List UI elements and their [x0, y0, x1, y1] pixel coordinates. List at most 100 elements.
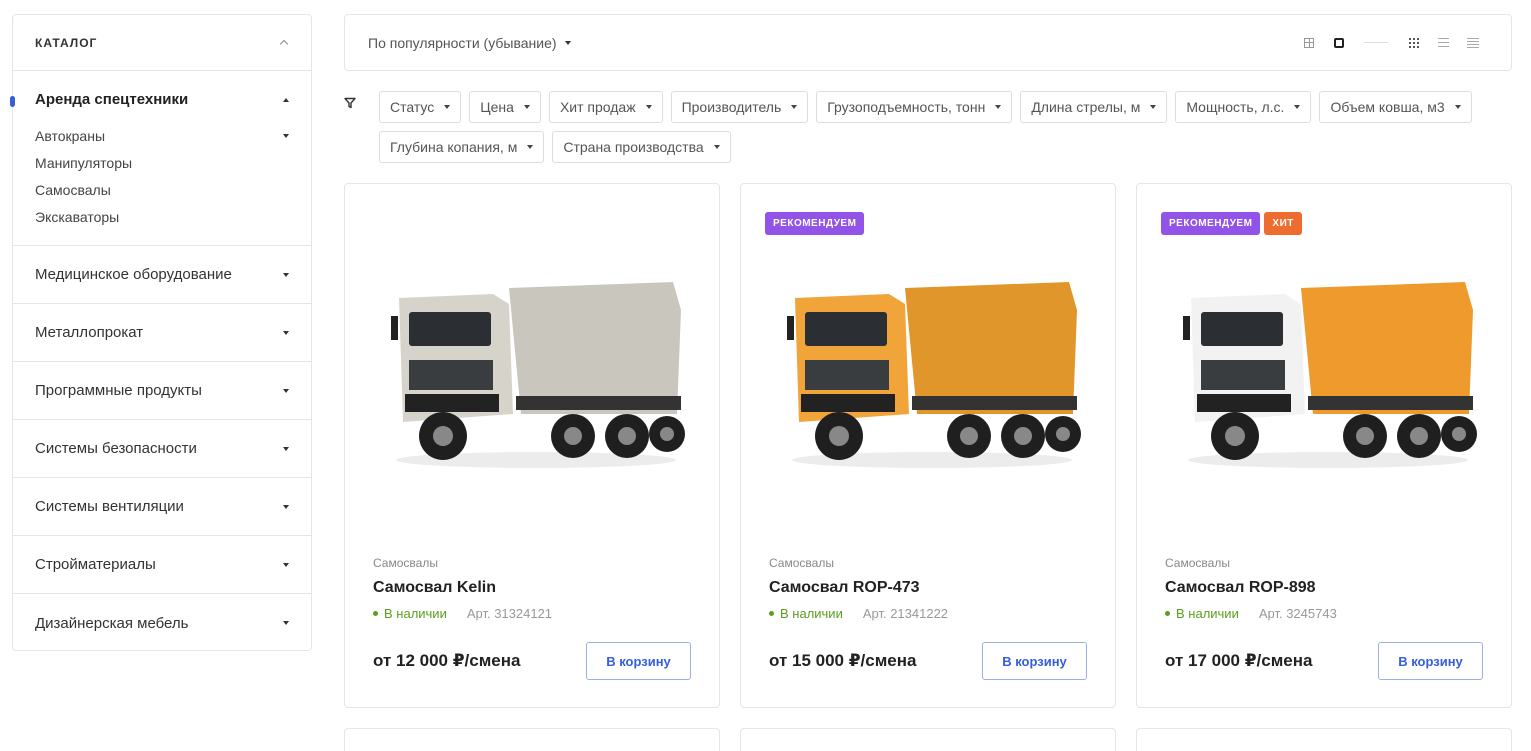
product-title[interactable]: Самосвал ROP-473	[769, 579, 920, 597]
filter-depth[interactable]: Глубина копания, м	[379, 131, 545, 163]
filter-hit[interactable]: Хит продаж	[548, 91, 663, 123]
subitem-label: Экскаваторы	[35, 208, 120, 225]
caret-up-icon	[283, 97, 289, 102]
catalog-sidebar: КАТАЛОГ Аренда спецтехники Автокраны Ман…	[10, 14, 312, 652]
caret-down-icon	[283, 621, 289, 625]
filter-label: Объем ковша, м3	[1330, 99, 1445, 115]
caret-down-icon	[283, 133, 289, 138]
product-price: от 12 000 ₽/смена	[373, 651, 521, 670]
product-category[interactable]: Самосвалы	[769, 556, 834, 570]
product-price: от 17 000 ₽/смена	[1165, 651, 1313, 670]
filter-label: Хит продаж	[559, 99, 636, 115]
product-category[interactable]: Самосвалы	[1165, 556, 1230, 570]
lines-icon	[1467, 37, 1479, 48]
view-dense-grid[interactable]	[1398, 33, 1428, 53]
caret-down-icon	[1294, 105, 1301, 109]
badge-recommended: РЕКОМЕНДУЕМ	[1161, 212, 1261, 235]
product-article: Арт. 21341222	[862, 606, 949, 621]
active-marker	[10, 96, 15, 107]
sidebar-subitem-manipulators[interactable]: Манипуляторы	[35, 149, 289, 176]
sidebar-item-medical[interactable]: Медицинское оборудование	[13, 246, 311, 304]
filter-label: Мощность, л.с.	[1186, 99, 1285, 115]
sidebar-subitems: Автокраны Манипуляторы Самосвалы Экскава…	[35, 122, 289, 230]
sidebar-item-rental[interactable]: Аренда спецтехники	[35, 91, 289, 108]
view-divider	[1364, 42, 1388, 43]
stock-dot-icon	[373, 611, 378, 616]
product-card[interactable]: Самосвалы Самосвал Kelin В наличии Арт. …	[344, 183, 720, 708]
caret-down-icon	[791, 105, 798, 109]
chevron-up-icon[interactable]	[279, 38, 289, 48]
view-table[interactable]	[1458, 33, 1488, 53]
product-card[interactable]: РЕКОМЕНДУЕМ ХИТ Самосвалы Самосвал ROP-89…	[1136, 183, 1512, 708]
sort-dropdown[interactable]: По популярности (убывание)	[368, 35, 571, 51]
product-title[interactable]: Самосвал ROP-898	[1165, 579, 1316, 597]
sidebar-item-label: Металлопрокат	[35, 324, 144, 341]
caret-down-icon	[444, 105, 451, 109]
caret-down-icon	[283, 330, 289, 335]
product-image[interactable]	[777, 264, 1083, 474]
product-image[interactable]	[1173, 264, 1479, 474]
filter-status[interactable]: Статус	[379, 91, 462, 123]
subitem-label: Самосвалы	[35, 181, 111, 198]
view-card-active[interactable]	[1324, 33, 1354, 53]
caret-down-icon	[283, 562, 289, 567]
stock-status: В наличии	[769, 606, 843, 621]
caret-down-icon	[283, 272, 289, 277]
sidebar-subitem-excavators[interactable]: Экскаваторы	[35, 203, 289, 230]
product-meta: В наличии Арт. 31324121	[373, 606, 552, 621]
list-icon	[1437, 38, 1449, 47]
subitem-label: Манипуляторы	[35, 154, 133, 171]
badge-hit: ХИТ	[1264, 212, 1302, 235]
product-card-next-row[interactable]	[344, 728, 720, 751]
sidebar-subitem-cranes[interactable]: Автокраны	[35, 122, 289, 149]
catalog-header[interactable]: КАТАЛОГ	[13, 15, 311, 71]
sidebar-item-security[interactable]: Системы безопасности	[13, 420, 311, 478]
sort-bar: По популярности (убывание)	[344, 14, 1512, 71]
sidebar-item-ventilation[interactable]: Системы вентиляции	[13, 478, 311, 536]
filter-icon[interactable]	[344, 97, 356, 109]
sidebar-subitem-dumptrucks[interactable]: Самосвалы	[35, 176, 289, 203]
product-category[interactable]: Самосвалы	[373, 556, 438, 570]
product-price: от 15 000 ₽/смена	[769, 651, 917, 670]
add-to-cart-button[interactable]: В корзину	[586, 642, 691, 680]
add-to-cart-button[interactable]: В корзину	[1378, 642, 1483, 680]
stock-label: В наличии	[384, 606, 447, 621]
add-to-cart-button[interactable]: В корзину	[982, 642, 1087, 680]
product-image[interactable]	[381, 264, 687, 474]
view-list[interactable]	[1428, 33, 1458, 53]
stock-status: В наличии	[373, 606, 447, 621]
filter-price[interactable]: Цена	[469, 91, 541, 123]
stock-label: В наличии	[780, 606, 843, 621]
product-title[interactable]: Самосвал Kelin	[373, 579, 496, 597]
sort-label: По популярности (убывание)	[368, 34, 557, 51]
sidebar-item-metal[interactable]: Металлопрокат	[13, 304, 311, 362]
product-meta: В наличии Арт. 3245743	[1165, 606, 1337, 621]
filter-manufacturer[interactable]: Производитель	[670, 91, 809, 123]
filter-bucket[interactable]: Объем ковша, м3	[1319, 91, 1472, 123]
filter-country[interactable]: Страна производства	[552, 131, 731, 163]
sidebar-item-label: Программные продукты	[35, 382, 202, 399]
product-meta: В наличии Арт. 21341222	[769, 606, 948, 621]
sidebar-item-building[interactable]: Стройматериалы	[13, 536, 311, 594]
square-icon	[1334, 37, 1344, 48]
product-article: Арт. 3245743	[1258, 606, 1337, 621]
filter-label: Страна производства	[563, 139, 704, 155]
badge-recommended: РЕКОМЕНДУЕМ	[765, 212, 865, 235]
stock-dot-icon	[1165, 611, 1170, 616]
caret-down-icon	[1454, 105, 1461, 109]
filter-capacity[interactable]: Грузоподъемность, тонн	[816, 91, 1013, 123]
product-card[interactable]: РЕКОМЕНДУЕМ Самосвалы Самосвал ROP-473 В…	[740, 183, 1116, 708]
product-card-next-row[interactable]	[1136, 728, 1512, 751]
caret-down-icon	[283, 446, 289, 451]
filter-boom-length[interactable]: Длина стрелы, м	[1020, 91, 1168, 123]
sidebar-item-furniture[interactable]: Дизайнерская мебель	[13, 594, 311, 652]
view-switcher	[1294, 33, 1488, 53]
filter-label: Статус	[390, 99, 435, 115]
product-card-next-row[interactable]	[740, 728, 1116, 751]
filter-power[interactable]: Мощность, л.с.	[1175, 91, 1312, 123]
filter-label: Цена	[480, 99, 514, 115]
filter-label: Производитель	[681, 99, 782, 115]
sidebar-item-software[interactable]: Программные продукты	[13, 362, 311, 420]
caret-down-icon	[713, 145, 720, 149]
view-grid-tiles[interactable]	[1294, 33, 1324, 53]
